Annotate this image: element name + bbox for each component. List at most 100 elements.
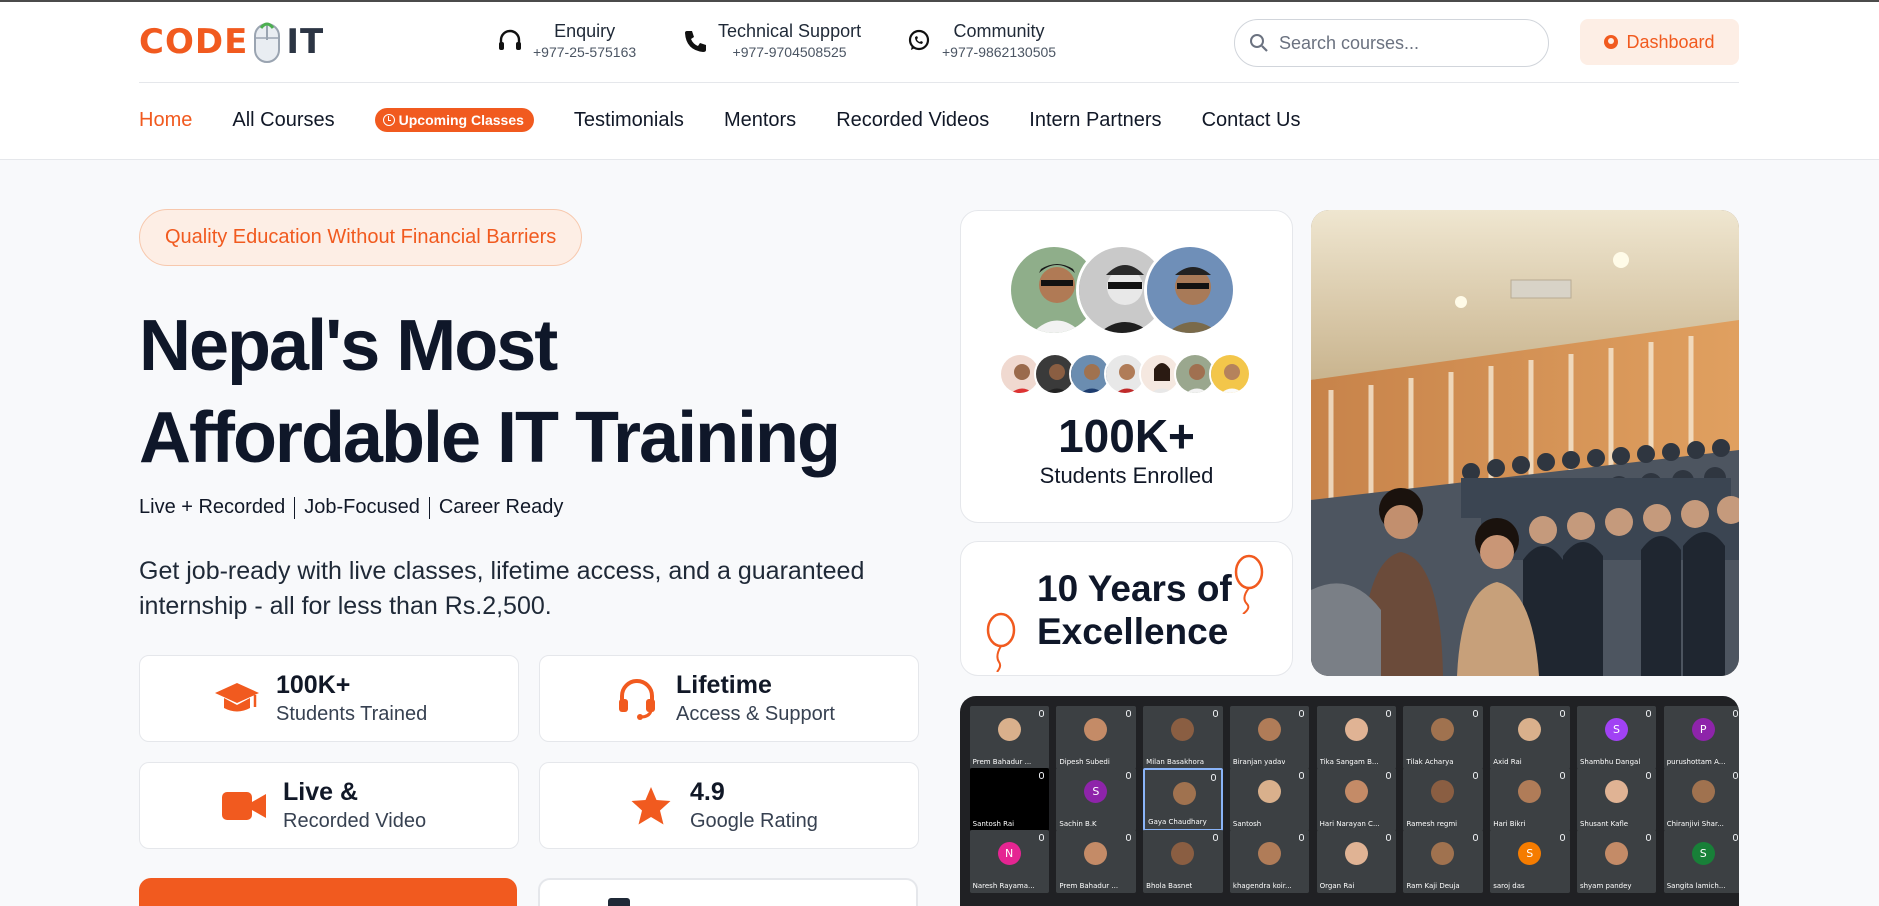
nav-mentors[interactable]: Mentors: [724, 109, 796, 132]
mic-muted-icon: [1125, 710, 1131, 717]
mouse-icon: [254, 22, 281, 63]
participant-name: Ramesh regmi: [1406, 820, 1458, 828]
participant-tile[interactable]: N Naresh Rayama...: [969, 830, 1050, 893]
site-header: CODE IT Enquiry +977-25-575163 Technical…: [0, 0, 1879, 160]
nav-upcoming-label: Upcoming Classes: [398, 112, 524, 128]
contact-title: Enquiry: [554, 21, 616, 41]
participant-tile[interactable]: Bhola Basnet: [1143, 830, 1223, 893]
participant-name: khagendra koir...: [1232, 882, 1292, 890]
contact-community[interactable]: Community +977-9862130505: [906, 20, 1056, 62]
participant-tile[interactable]: S Sachin B.K: [1056, 768, 1136, 831]
feature-title: Lifetime: [676, 670, 772, 699]
participant-tile[interactable]: Hari Narayan C...: [1316, 768, 1397, 831]
nav-recorded-videos[interactable]: Recorded Videos: [836, 109, 989, 132]
balloon-icon: [1234, 554, 1264, 614]
nav-all-courses[interactable]: All Courses: [232, 109, 334, 132]
participant-name: Naresh Rayama...: [972, 882, 1035, 890]
mic-muted-icon: [1646, 710, 1652, 717]
participant-tile[interactable]: Ssaroj das: [1490, 830, 1570, 893]
nav-upcoming-classes[interactable]: Upcoming Classes: [374, 108, 534, 132]
participant-tile[interactable]: S Sangita lamich...: [1663, 830, 1739, 893]
participant-tile[interactable]: Hari Bikri: [1490, 768, 1570, 831]
contact-technical-support[interactable]: Technical Support +977-9704508525: [682, 20, 861, 62]
search-input[interactable]: [1279, 32, 1529, 54]
feature-title: 4.9: [690, 777, 725, 806]
participant-tile[interactable]: Tika Sangam B...: [1316, 706, 1397, 769]
participant-tile[interactable]: S Shambhu Dangal: [1576, 706, 1657, 769]
participant-name: Shambhu Dangal: [1579, 758, 1641, 766]
contact-phone: +977-9704508525: [732, 44, 847, 60]
feature-subtitle: Students Trained: [276, 702, 428, 725]
mic-muted-icon: [1472, 710, 1478, 717]
participant-tile[interactable]: Prem Bahadur ...: [969, 706, 1050, 769]
participant-tile[interactable]: Gaya Chaudhary: [1143, 768, 1223, 831]
participant-tile[interactable]: khagendra koir...: [1229, 830, 1310, 893]
mic-muted-icon: [1125, 772, 1131, 779]
nav-intern-partners[interactable]: Intern Partners: [1029, 109, 1161, 132]
participant-tile[interactable]: shyam pandey: [1576, 830, 1657, 893]
mic-muted-icon: [1210, 774, 1216, 781]
participant-name: Bhola Basnet: [1146, 882, 1193, 890]
participant-avatar: [1171, 842, 1195, 865]
contact-title: Community: [953, 21, 1045, 41]
participant-avatar: [1171, 718, 1195, 741]
participant-tile[interactable]: Biranjan yadav: [1229, 706, 1310, 769]
participant-tile[interactable]: Ppurushottam A...: [1663, 706, 1739, 769]
participant-tile[interactable]: Milan Basakhora: [1143, 706, 1223, 769]
participant-initial: N: [997, 842, 1021, 865]
participant-name: Santosh: [1232, 820, 1262, 828]
participant-name: Hari Narayan C...: [1319, 820, 1380, 828]
mic-muted-icon: [1472, 772, 1478, 779]
participant-initial: S: [1518, 842, 1542, 865]
participant-tile[interactable]: Ram Kaji Deuja: [1403, 830, 1483, 893]
participant-name: Gaya Chaudhary: [1148, 818, 1207, 826]
nav-testimonials[interactable]: Testimonials: [574, 109, 684, 132]
contact-enquiry[interactable]: Enquiry +977-25-575163: [497, 20, 636, 62]
participant-avatar: [1431, 842, 1455, 865]
codeit-logo[interactable]: CODE IT: [139, 20, 324, 64]
avatar: [1144, 244, 1236, 336]
hero-subline: Live + Recorded Job-Focused Career Ready: [139, 496, 563, 519]
logo-text-it: IT: [286, 22, 325, 62]
mic-muted-icon: [1386, 710, 1392, 717]
participant-tile[interactable]: Dipesh Subedi: [1056, 706, 1136, 769]
participant-initial: S: [1604, 718, 1628, 741]
participant-tile[interactable]: Santosh Rai: [969, 768, 1050, 831]
participant-tile[interactable]: Organ Rai: [1316, 830, 1397, 893]
participant-tile[interactable]: Axid Rai: [1490, 706, 1570, 769]
search-box[interactable]: [1234, 19, 1549, 67]
participant-name: Shusant Kafle: [1579, 820, 1629, 828]
secondary-cta-button[interactable]: [538, 878, 918, 906]
participant-initial: S: [1691, 842, 1715, 865]
mic-muted-icon: [1039, 710, 1045, 717]
primary-cta-button[interactable]: [139, 878, 517, 906]
participant-name: Santosh Rai: [972, 820, 1015, 828]
participant-name: purushottam A...: [1666, 758, 1726, 766]
participant-avatar: [1518, 718, 1542, 741]
nav-home[interactable]: Home: [139, 109, 192, 132]
headset-icon: [612, 674, 662, 724]
mic-muted-icon: [1212, 834, 1218, 841]
feature-subtitle: Recorded Video: [283, 809, 427, 832]
mic-muted-icon: [1559, 710, 1565, 717]
participant-tile[interactable]: Santosh: [1229, 768, 1310, 831]
years-line-1: 10 Years of: [1037, 568, 1232, 609]
mic-muted-icon: [1125, 834, 1131, 841]
participant-tile[interactable]: Chiranjivi Shar...: [1663, 768, 1739, 831]
mic-muted-icon: [1733, 710, 1739, 717]
participant-avatar: [1604, 780, 1628, 803]
nav-contact-us[interactable]: Contact Us: [1202, 109, 1301, 132]
search-icon: [1250, 34, 1268, 52]
headline-line-2: Affordable IT Training: [139, 398, 841, 478]
participant-avatar: [997, 718, 1021, 741]
clock-icon: [382, 114, 395, 126]
students-enrolled-card: 100K+ Students Enrolled: [960, 210, 1293, 523]
participant-tile[interactable]: Tilak Acharya: [1403, 706, 1483, 769]
participant-avatar: [1257, 780, 1281, 803]
participant-name: Organ Rai: [1319, 882, 1355, 890]
participant-tile[interactable]: Ramesh regmi: [1403, 768, 1483, 831]
dashboard-button[interactable]: Dashboard: [1580, 19, 1739, 65]
mic-muted-icon: [1299, 834, 1305, 841]
participant-tile[interactable]: Shusant Kafle: [1576, 768, 1657, 831]
participant-tile[interactable]: Prem Bahadur ...: [1056, 830, 1136, 893]
